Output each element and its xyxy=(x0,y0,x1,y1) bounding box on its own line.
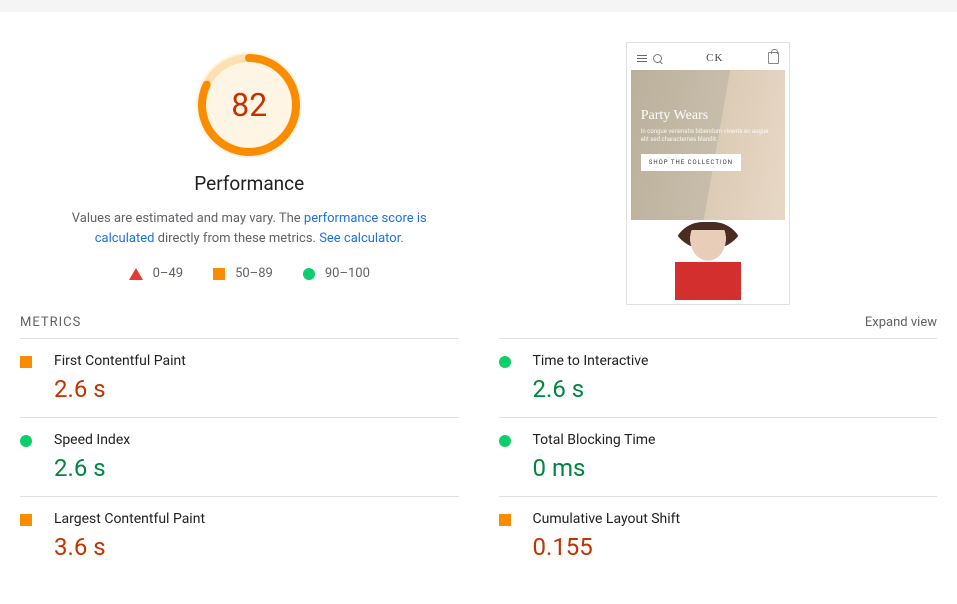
preview-hero: Party Wears In congue venenatis bibendum… xyxy=(631,70,785,220)
metric-tbt[interactable]: Total Blocking Time 0 ms xyxy=(499,417,938,496)
disclaimer-text: Values are estimated and may vary. The xyxy=(72,211,304,226)
expand-view-toggle[interactable]: Expand view xyxy=(865,315,937,330)
legend-average-label: 50–89 xyxy=(235,266,273,281)
metric-name: Largest Contentful Paint xyxy=(54,511,459,527)
gauge-score: 82 xyxy=(196,52,302,158)
metric-name: First Contentful Paint xyxy=(54,353,459,369)
circle-pass-icon xyxy=(303,268,315,280)
preview-header: CK xyxy=(631,47,785,70)
hamburger-icon xyxy=(637,55,647,62)
metric-lcp[interactable]: Largest Contentful Paint 3.6 s xyxy=(20,496,459,575)
square-average-icon xyxy=(20,514,32,526)
disclaimer-text: directly from these metrics. xyxy=(154,231,319,246)
square-average-icon xyxy=(499,514,511,526)
preview-hero-text: In congue venenatis bibendum vivents en … xyxy=(641,128,775,144)
score-disclaimer: Values are estimated and may vary. The p… xyxy=(49,209,449,248)
legend-fail: 0–49 xyxy=(129,266,183,281)
shopping-bag-icon xyxy=(768,52,779,64)
metric-tti[interactable]: Time to Interactive 2.6 s xyxy=(499,338,938,417)
legend-pass: 90–100 xyxy=(303,266,370,281)
preview-model xyxy=(631,220,785,300)
score-legend: 0–49 50–89 90–100 xyxy=(129,266,370,281)
preview-cta: SHOP THE COLLECTION xyxy=(641,154,741,171)
gauge-label: Performance xyxy=(194,172,304,195)
top-stripe xyxy=(0,0,957,12)
calculator-link[interactable]: See calculator xyxy=(319,231,400,246)
metric-value: 2.6 s xyxy=(54,454,459,482)
circle-pass-icon xyxy=(499,435,511,447)
metric-name: Cumulative Layout Shift xyxy=(533,511,938,527)
square-average-icon xyxy=(213,268,225,280)
score-column: 82 Performance Values are estimated and … xyxy=(20,42,479,305)
disclaimer-text: . xyxy=(400,231,403,246)
metric-name: Time to Interactive xyxy=(533,353,938,369)
legend-fail-label: 0–49 xyxy=(153,266,183,281)
metric-name: Speed Index xyxy=(54,432,459,448)
circle-pass-icon xyxy=(499,356,511,368)
metrics-grid: First Contentful Paint 2.6 s Time to Int… xyxy=(0,338,957,575)
metric-value: 0 ms xyxy=(533,454,938,482)
site-screenshot: CK Party Wears In congue venenatis biben… xyxy=(626,42,790,305)
search-icon xyxy=(653,54,662,63)
metrics-header: METRICS Expand view xyxy=(0,315,957,338)
performance-gauge: 82 xyxy=(196,52,302,158)
legend-average: 50–89 xyxy=(213,266,273,281)
metric-value: 3.6 s xyxy=(54,533,459,561)
square-average-icon xyxy=(20,356,32,368)
preview-logo: CK xyxy=(668,52,762,64)
summary-section: 82 Performance Values are estimated and … xyxy=(0,12,957,315)
triangle-fail-icon xyxy=(129,268,143,280)
metric-value: 2.6 s xyxy=(533,375,938,403)
preview-hero-title: Party Wears xyxy=(641,108,775,124)
metric-name: Total Blocking Time xyxy=(533,432,938,448)
metric-fcp[interactable]: First Contentful Paint 2.6 s xyxy=(20,338,459,417)
metric-value: 2.6 s xyxy=(54,375,459,403)
legend-pass-label: 90–100 xyxy=(325,266,370,281)
screenshot-column: CK Party Wears In congue venenatis biben… xyxy=(479,42,938,305)
metric-cls[interactable]: Cumulative Layout Shift 0.155 xyxy=(499,496,938,575)
metrics-title: METRICS xyxy=(20,315,81,330)
metric-value: 0.155 xyxy=(533,533,938,561)
metric-speed-index[interactable]: Speed Index 2.6 s xyxy=(20,417,459,496)
model-illustration xyxy=(673,222,743,300)
circle-pass-icon xyxy=(20,435,32,447)
